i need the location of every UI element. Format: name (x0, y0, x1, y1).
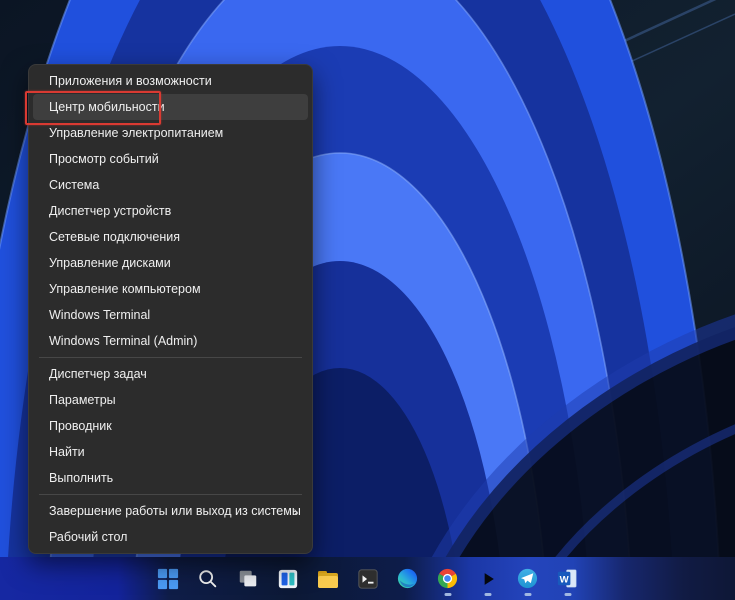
menu-item-6[interactable]: Сетевые подключения (33, 224, 308, 250)
menu-item-label: Приложения и возможности (49, 74, 212, 88)
menu-item-label: Завершение работы или выход из системы (49, 504, 301, 518)
taskbar: W (0, 557, 735, 600)
menu-item-label: Система (49, 178, 100, 192)
menu-item-9[interactable]: Windows Terminal (33, 302, 308, 328)
menu-separator (39, 494, 302, 495)
taskbar-button-telegram[interactable] (515, 559, 541, 599)
menu-item-label: Найти (49, 445, 85, 459)
taskbar-button-edge[interactable] (395, 559, 421, 599)
menu-item-label: Диспетчер устройств (49, 204, 172, 218)
menu-item-13[interactable]: Параметры (33, 387, 308, 413)
menu-item-label: Диспетчер задач (49, 367, 147, 381)
file-explorer-icon (317, 570, 338, 588)
taskbar-icons: W (155, 559, 581, 599)
svg-text:W: W (560, 574, 570, 585)
taskbar-button-widgets[interactable] (275, 559, 301, 599)
desktop: Приложения и возможности Центр мобильност… (0, 0, 735, 600)
taskbar-button-task-view[interactable] (235, 559, 261, 599)
taskbar-button-search[interactable] (195, 559, 221, 599)
taskbar-button-black-arrow-app[interactable] (475, 559, 501, 599)
menu-item-5[interactable]: Диспетчер устройств (33, 198, 308, 224)
menu-item-label: Параметры (49, 393, 116, 407)
menu-item-label: Сетевые подключения (49, 230, 181, 244)
menu-item-label: Проводник (49, 419, 112, 433)
chrome-icon (437, 568, 458, 589)
menu-item-8[interactable]: Управление компьютером (33, 276, 308, 302)
menu-item-2[interactable]: Управление электропитанием (33, 120, 308, 146)
context-menu: Приложения и возможности Центр мобильност… (25, 64, 313, 554)
menu-item-16[interactable]: Выполнить (33, 465, 308, 491)
menu-item-label: Выполнить (49, 471, 114, 485)
taskbar-button-file-explorer[interactable] (315, 559, 341, 599)
menu-item-14[interactable]: Проводник (33, 413, 308, 439)
terminal-icon (357, 568, 378, 589)
menu-item-4[interactable]: Система (33, 172, 308, 198)
chevron-right-icon: › (293, 503, 298, 519)
widgets-icon (278, 569, 297, 588)
taskbar-button-chrome[interactable] (435, 559, 461, 599)
menu-item-1[interactable]: Центр мобильности (25, 91, 308, 125)
task-view-icon (239, 570, 256, 586)
menu-item-label: Управление дисками (49, 256, 171, 270)
edge-icon (397, 568, 418, 589)
menu-item-3[interactable]: Просмотр событий (33, 146, 308, 172)
menu-item-0[interactable]: Приложения и возможности (33, 68, 308, 94)
menu-item-12[interactable]: Диспетчер задач (33, 361, 308, 387)
telegram-icon (517, 568, 538, 589)
menu-item-19[interactable]: Рабочий стол (33, 524, 308, 550)
menu-item-label: Рабочий стол (49, 530, 128, 544)
menu-separator (39, 357, 302, 358)
taskbar-button-terminal[interactable] (355, 559, 381, 599)
menu-item-label: Просмотр событий (49, 152, 159, 166)
menu-item-label: Windows Terminal (49, 308, 151, 322)
menu-item-label: Управление электропитанием (49, 126, 224, 140)
menu-item-label: Windows Terminal (Admin) (49, 334, 198, 348)
menu-item-10[interactable]: Windows Terminal (Admin) (33, 328, 308, 354)
taskbar-button-word[interactable]: W (555, 559, 581, 599)
menu-item-label: Управление компьютером (49, 282, 201, 296)
taskbar-button-start[interactable] (155, 559, 181, 599)
menu-item-15[interactable]: Найти (33, 439, 308, 465)
word-icon: W (557, 569, 577, 588)
search-icon (198, 569, 216, 587)
menu-item-18[interactable]: Завершение работы или выход из системы › (33, 498, 308, 524)
menu-item-label: Центр мобильности (49, 100, 165, 114)
start-icon (157, 568, 178, 589)
menu-item-7[interactable]: Управление дисками (33, 250, 308, 276)
black-arrow-icon (484, 572, 494, 585)
